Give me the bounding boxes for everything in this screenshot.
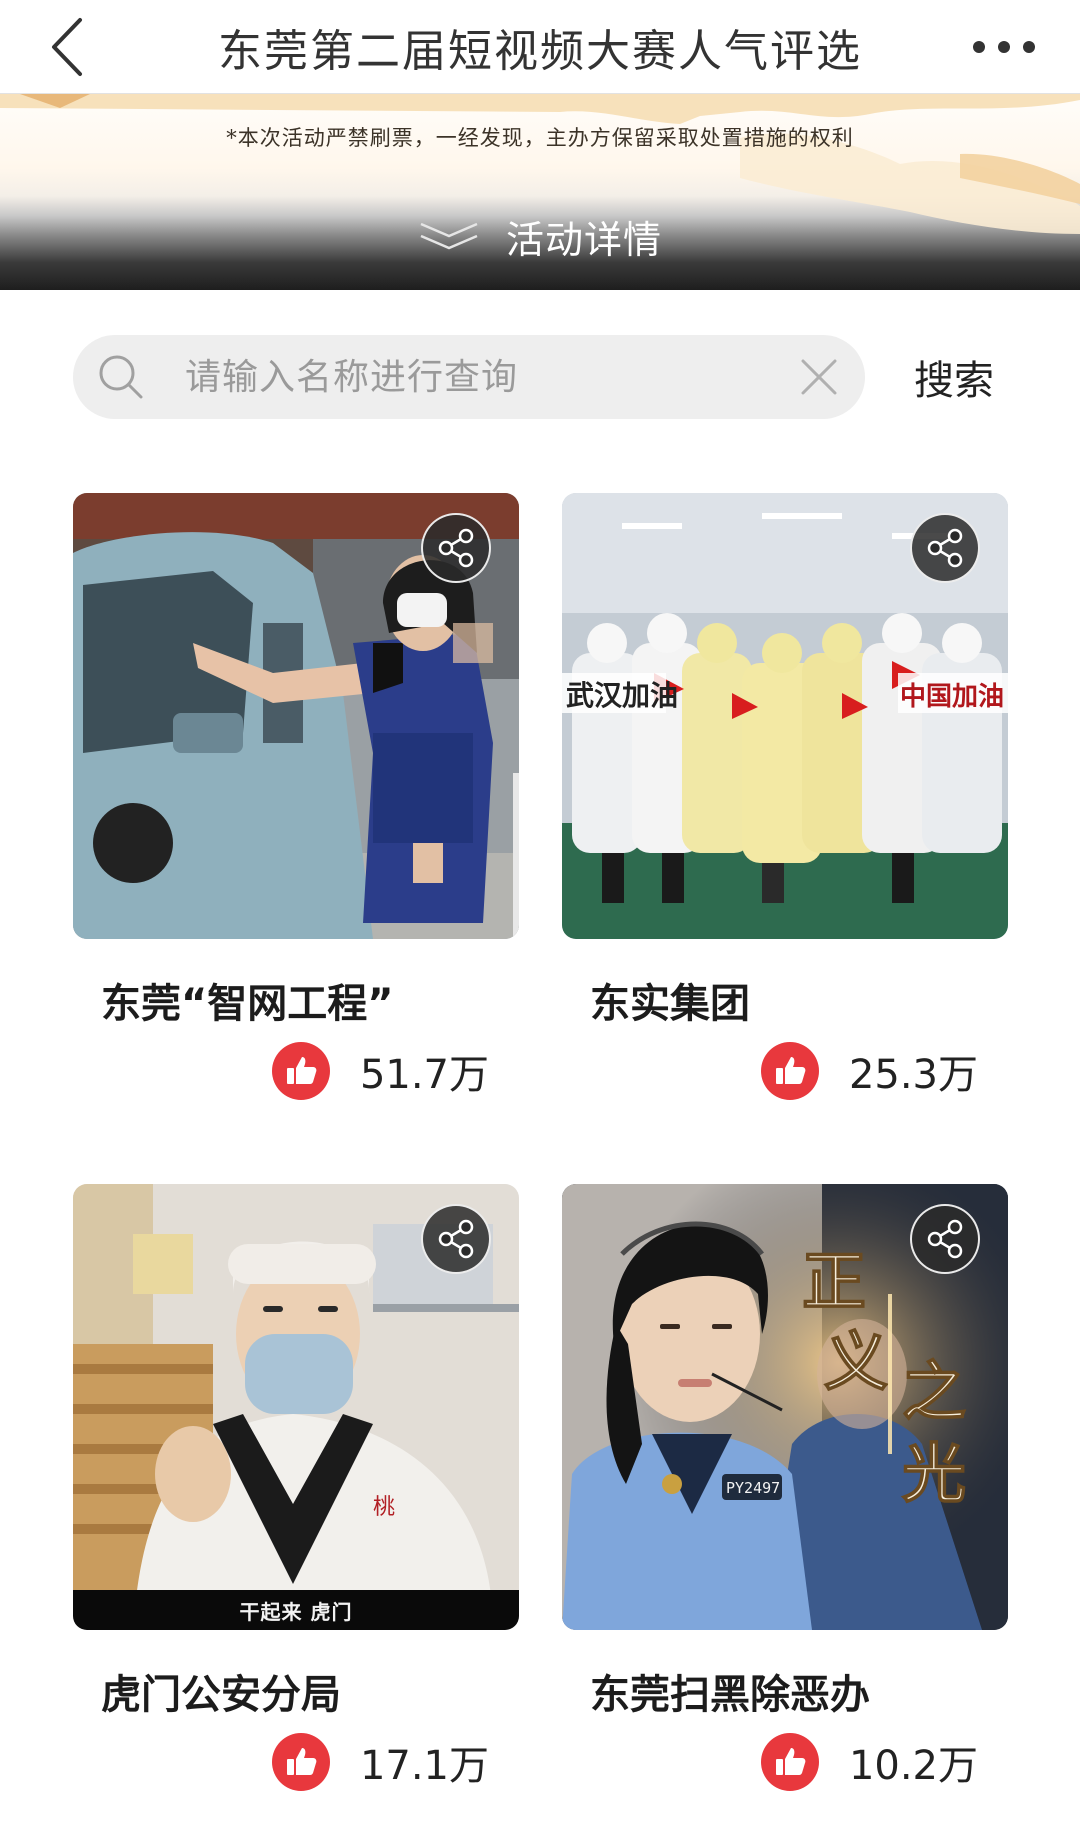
activity-banner: *本次活动严禁刷票，一经发现，主办方保留采取处置措施的权利 活动详情: [0, 94, 1080, 290]
overlay-char-1: 正: [802, 1245, 866, 1320]
anti-fraud-notice: *本次活动严禁刷票，一经发现，主办方保留采取处置措施的权利: [226, 126, 854, 150]
entry-card[interactable]: 东莞“智网工程” 51.7万: [73, 493, 519, 1100]
entry-thumbnail[interactable]: 桃 干起来 虎门: [73, 1184, 519, 1630]
entry-card[interactable]: 武汉加油 中国加油 东实集团 25.3万: [562, 493, 1008, 1100]
thumbs-up-icon: [271, 1042, 330, 1100]
share-icon: [927, 528, 963, 568]
thumbs-up-icon: [271, 1733, 330, 1791]
share-button[interactable]: [421, 513, 491, 583]
overlay-char-3: 之: [902, 1355, 966, 1430]
like-button[interactable]: 51.7万: [271, 1039, 489, 1103]
share-icon: [438, 1219, 474, 1259]
overlay-slogan-left: 武汉加油: [566, 679, 678, 712]
entry-title: 东莞“智网工程”: [101, 981, 394, 1027]
nav-bar: 东莞第二届短视频大赛人气评选: [0, 0, 1080, 94]
like-button[interactable]: 25.3万: [760, 1039, 978, 1103]
search-icon: [99, 355, 143, 399]
back-button[interactable]: [40, 14, 96, 80]
search-button[interactable]: 搜索: [896, 340, 1012, 414]
entry-card[interactable]: PY2497 正 义 之 光 东莞扫黑除恶办 10.2万: [562, 1184, 1008, 1791]
entry-thumbnail[interactable]: [73, 493, 519, 939]
svg-text:桃: 桃: [373, 1495, 395, 1520]
chevron-left-icon: [52, 18, 82, 76]
entry-thumbnail[interactable]: 武汉加油 中国加油: [562, 493, 1008, 939]
search-bar[interactable]: [73, 335, 865, 419]
activity-details-toggle[interactable]: 活动详情: [0, 206, 1080, 266]
more-dots-icon: [973, 41, 1035, 53]
like-count: 51.7万: [359, 1052, 489, 1098]
overlay-char-2: 义: [824, 1325, 888, 1400]
thumbs-up-icon: [760, 1733, 819, 1791]
entry-title: 东莞扫黑除恶办: [590, 1672, 870, 1718]
entry-title: 虎门公安分局: [101, 1672, 341, 1718]
share-button[interactable]: [910, 1204, 980, 1274]
entry-title: 东实集团: [590, 981, 750, 1027]
thumbs-up-icon: [760, 1042, 819, 1100]
like-button[interactable]: 10.2万: [760, 1730, 978, 1794]
video-caption: 干起来 虎门: [73, 1590, 519, 1630]
share-icon: [438, 528, 474, 568]
page-title: 东莞第二届短视频大赛人气评选: [218, 26, 862, 77]
clear-icon[interactable]: [795, 353, 843, 401]
more-button[interactable]: [966, 22, 1042, 72]
entry-thumbnail[interactable]: PY2497 正 义 之 光: [562, 1184, 1008, 1630]
activity-details-label: 活动详情: [505, 217, 662, 262]
overlay-slogan-right: 中国加油: [900, 682, 1004, 712]
search-input[interactable]: [185, 347, 745, 407]
like-button[interactable]: 17.1万: [271, 1730, 489, 1794]
like-count: 10.2万: [848, 1743, 978, 1789]
entry-card[interactable]: 桃 干起来 虎门 虎门公安分局 17.1万: [73, 1184, 519, 1791]
police-badge-number: PY2497: [726, 1479, 780, 1497]
like-count: 25.3万: [848, 1052, 978, 1098]
share-icon: [927, 1219, 963, 1259]
double-chevron-down-icon: [420, 222, 478, 250]
share-button[interactable]: [421, 1204, 491, 1274]
share-button[interactable]: [910, 513, 980, 583]
overlay-char-4: 光: [902, 1437, 966, 1512]
like-count: 17.1万: [359, 1743, 489, 1789]
